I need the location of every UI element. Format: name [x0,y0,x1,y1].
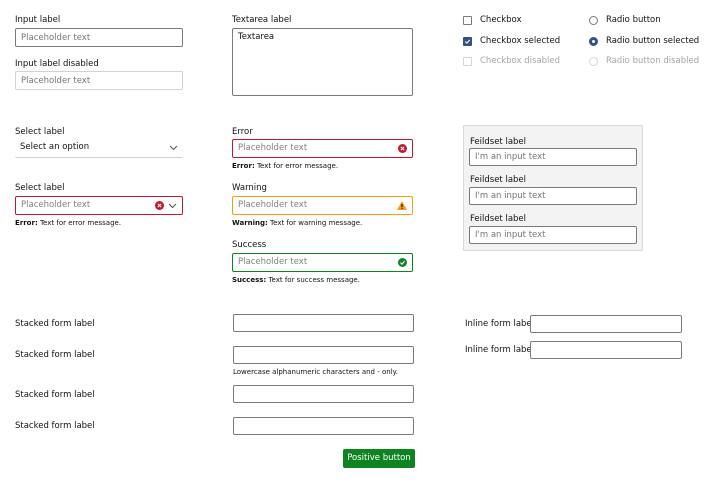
select-error-message: Error: Text for error message. [15,219,121,227]
fieldset-label: Feildset label [470,175,527,185]
warning-icon [397,201,407,210]
select-label-error: Select label [15,183,65,193]
fieldset: Feildset label Feildset label Feildset l… [463,125,643,251]
stacked-input[interactable] [233,417,414,435]
stacked-input[interactable] [233,346,414,364]
warning-input-placeholder: Placeholder text [238,200,308,210]
error-icon [398,144,407,153]
message-text: Text for error message. [254,162,339,170]
message-prefix: Error: [15,219,38,227]
checkbox-disabled-label: Checkbox disabled [480,56,560,66]
checkbox-disabled [463,57,472,66]
fieldset-label: Feildset label [470,137,527,147]
stacked-input[interactable] [233,314,414,332]
radio-button-selected-label: Radio button selected [606,36,700,46]
error-icon [155,201,164,210]
select-label: Select label [15,127,65,137]
message-text: Text for error message. [37,219,122,227]
inline-form-label: Inline form label [465,319,535,329]
radio-button-disabled-label: Radio button disabled [606,56,700,66]
success-label: Success [232,240,267,250]
message-prefix: Error: [232,162,255,170]
success-icon [398,258,407,267]
select-dropdown[interactable]: Select an option [15,139,183,158]
input-label: Input label [15,15,61,25]
inline-input[interactable] [530,341,682,359]
checkbox[interactable] [463,16,472,25]
positive-button[interactable]: Positive button [343,449,415,468]
message-prefix: Success: [232,276,267,284]
message-prefix: Warning: [232,219,268,227]
check-icon [464,39,471,44]
stacked-form-label: Stacked form label [15,350,95,360]
fieldset-label: Feildset label [470,214,527,224]
text-input[interactable] [15,28,183,47]
radio-button-selected[interactable] [589,37,598,46]
stacked-form-label: Stacked form label [15,319,95,329]
select-dropdown-error[interactable]: Placeholder text [15,196,183,215]
error-input[interactable]: Placeholder text [232,139,413,158]
select-value: Select an option [20,142,90,152]
stacked-form-label: Stacked form label [15,390,95,400]
fieldset-input[interactable] [469,148,637,166]
warning-label: Warning [232,183,267,193]
inline-form-label: Inline form label [465,345,535,355]
textarea-value: Textarea [238,32,275,42]
input-label-disabled: Input label disabled [15,59,99,69]
textarea-label: Textarea label [232,15,292,25]
radio-button[interactable] [589,16,598,25]
success-input-placeholder: Placeholder text [238,257,308,267]
chevron-down-icon [169,145,178,151]
stacked-form-label: Stacked form label [15,421,95,431]
error-message: Error: Text for error message. [232,162,338,170]
fieldset-input[interactable] [469,187,637,205]
radio-button-label: Radio button [606,15,661,25]
warning-message: Warning: Text for warning message. [232,219,362,227]
stacked-input[interactable] [233,385,414,403]
select-value-error: Placeholder text [21,200,91,210]
checkbox-selected[interactable] [463,37,472,46]
message-text: Text for success message. [266,276,360,284]
textarea[interactable]: Textarea [232,28,413,96]
success-message: Success: Text for success message. [232,276,360,284]
fieldset-input[interactable] [469,226,637,244]
success-input[interactable]: Placeholder text [232,253,413,272]
stacked-help-text: Lowercase alphanumeric characters and - … [233,368,399,376]
inline-input[interactable] [530,315,682,333]
chevron-down-icon [168,203,177,209]
message-text: Text for warning message. [267,219,363,227]
error-label: Error [232,127,253,137]
warning-input[interactable]: Placeholder text [232,196,413,215]
text-input-disabled [15,71,183,90]
checkbox-label: Checkbox [480,15,522,25]
checkbox-selected-label: Checkbox selected [480,36,561,46]
error-input-placeholder: Placeholder text [238,143,308,153]
radio-button-disabled [589,57,598,66]
